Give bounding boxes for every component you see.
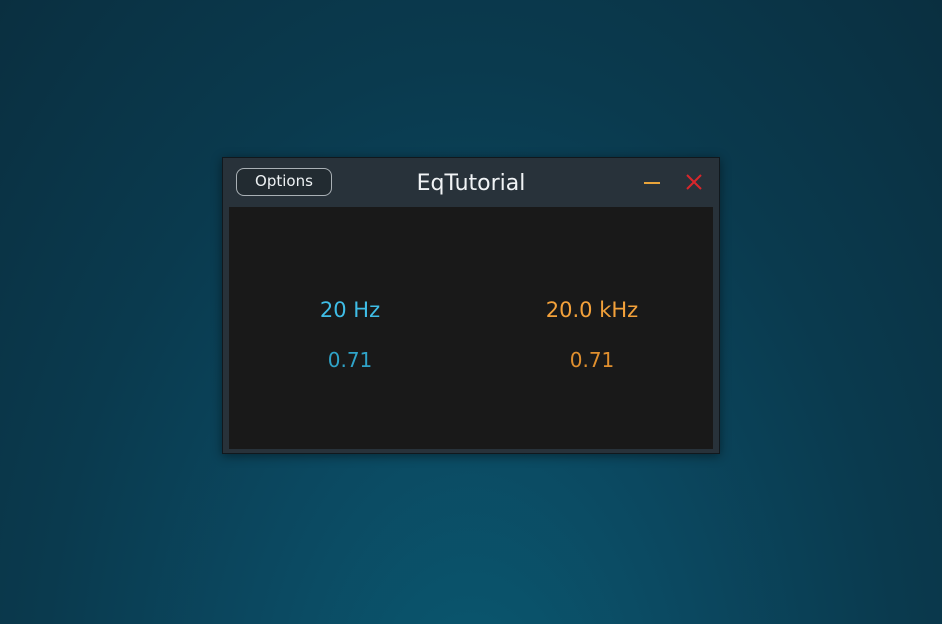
desktop-background: Options EqTutorial 20 Hz 0.71 20.0 kHz 0… (0, 0, 942, 624)
plugin-window: Options EqTutorial 20 Hz 0.71 20.0 kHz 0… (222, 157, 720, 454)
window-title: EqTutorial (416, 171, 526, 196)
plugin-content: 20 Hz 0.71 20.0 kHz 0.71 (229, 207, 713, 449)
high-band-q[interactable]: 0.71 (492, 347, 692, 373)
close-icon (686, 174, 702, 190)
low-band-q[interactable]: 0.71 (250, 347, 450, 373)
minimize-icon (644, 182, 660, 184)
high-band-frequency[interactable]: 20.0 kHz (492, 297, 692, 323)
title-bar[interactable]: Options EqTutorial (223, 158, 719, 206)
minimize-button[interactable] (641, 172, 663, 192)
options-button[interactable]: Options (236, 168, 332, 196)
low-band-frequency[interactable]: 20 Hz (250, 297, 450, 323)
close-button[interactable] (683, 172, 705, 192)
